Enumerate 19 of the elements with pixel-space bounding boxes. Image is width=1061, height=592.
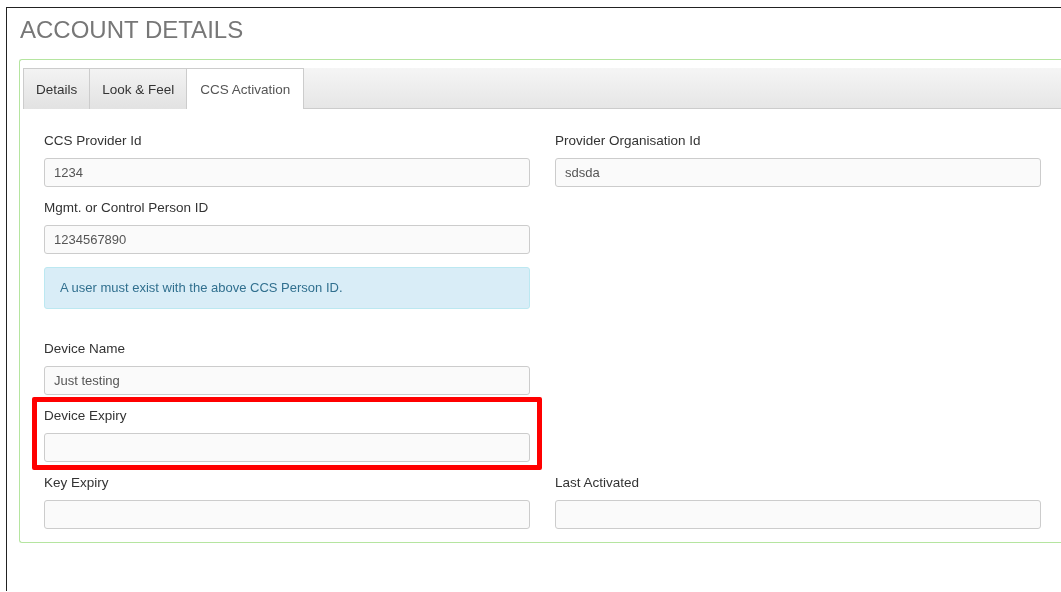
input-field[interactable]: 1234567890 (44, 225, 530, 254)
field-label: Key Expiry (44, 474, 110, 492)
field-label: Device Name (44, 340, 127, 358)
input-field[interactable]: 1234 (44, 158, 530, 187)
tab[interactable]: Look & Feel (89, 68, 188, 109)
input-field[interactable] (555, 500, 1041, 529)
page-title: ACCOUNT DETAILS (19, 15, 245, 45)
field-label: Provider Organisation Id (555, 132, 702, 150)
field-label: Device Expiry (44, 407, 128, 425)
field-label: Mgmt. or Control Person ID (44, 199, 210, 217)
info-alert: A user must exist with the above CCS Person ID. (44, 267, 530, 309)
input-field[interactable] (44, 433, 530, 462)
field-label: Last Activated (555, 474, 641, 492)
tab[interactable]: CCS Activation (186, 68, 305, 109)
input-field[interactable]: Just testing (44, 366, 530, 395)
input-field[interactable] (44, 500, 530, 529)
field-label: CCS Provider Id (44, 132, 143, 150)
tab[interactable]: Details (23, 68, 91, 109)
input-field[interactable]: sdsda (555, 158, 1041, 187)
